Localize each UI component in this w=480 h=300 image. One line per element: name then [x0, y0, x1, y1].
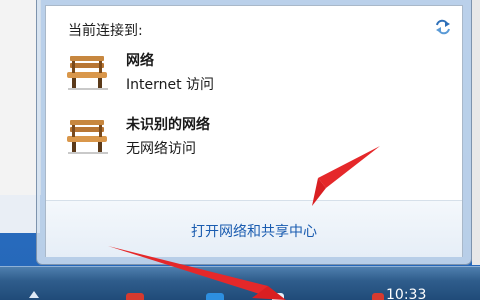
network-name: 未识别的网络	[126, 117, 210, 133]
network-status: Internet 访问	[126, 77, 215, 93]
bench-icon	[67, 56, 108, 90]
background-edge	[472, 0, 480, 265]
network-status: 无网络访问	[126, 141, 196, 157]
tray-blue-icon[interactable]	[206, 293, 224, 300]
network-list-item[interactable]: 未识别的网络 无网络访问	[64, 114, 444, 170]
refresh-arrows-icon[interactable]	[432, 16, 454, 38]
background-window-strip	[0, 195, 40, 233]
background-window	[0, 0, 41, 195]
network-tray-icon[interactable]	[272, 293, 284, 300]
flyout-footer: 打开网络和共享中心	[46, 200, 462, 257]
network-flyout: 当前连接到: 网络 Internet 访问 未识别的网络 无网络访问 打开网络和…	[36, 0, 472, 265]
network-list-item[interactable]: 网络 Internet 访问	[64, 50, 444, 106]
open-network-sharing-center-link[interactable]: 打开网络和共享中心	[46, 221, 462, 241]
tray-red-icon[interactable]	[372, 293, 384, 300]
taskbar: 10:33	[0, 266, 480, 300]
tray-arrow-icon[interactable]	[28, 289, 40, 300]
taskbar-clock[interactable]: 10:33	[386, 287, 426, 300]
bench-icon	[67, 120, 108, 154]
tray-red-icon[interactable]	[126, 293, 144, 300]
network-name: 网络	[126, 53, 154, 69]
connected-to-heading: 当前连接到:	[68, 23, 143, 39]
network-flyout-panel: 当前连接到: 网络 Internet 访问 未识别的网络 无网络访问 打开网络和…	[45, 5, 463, 257]
